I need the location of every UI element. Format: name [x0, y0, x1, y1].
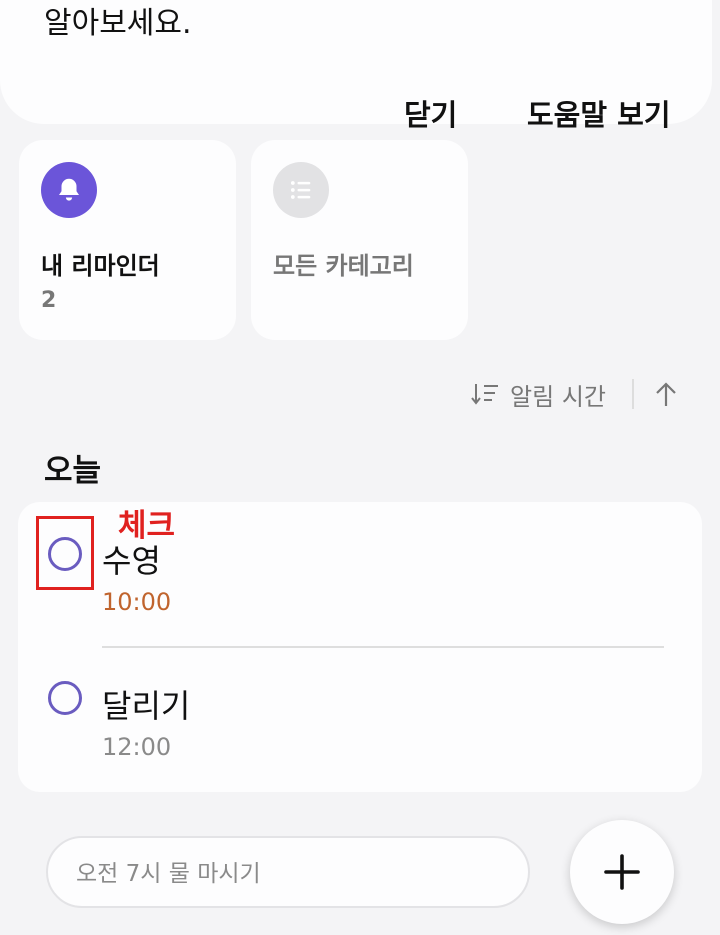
list-icon	[273, 162, 329, 218]
category-label: 모든 카테고리	[273, 252, 414, 280]
highlight-box	[36, 516, 94, 590]
quick-add-field[interactable]	[46, 836, 530, 908]
section-title-today: 오늘	[44, 453, 102, 489]
sort-bar: 알림 시간	[470, 374, 678, 414]
reminder-time: 12:00	[102, 733, 172, 761]
category-my-reminders[interactable]: 내 리마인더 2	[19, 140, 236, 340]
category-all[interactable]: 모든 카테고리	[251, 140, 468, 340]
sort-label[interactable]: 알림 시간	[510, 377, 606, 412]
divider	[632, 379, 634, 409]
reminder-time: 10:00	[102, 588, 172, 616]
list-item[interactable]: 달리기 12:00	[18, 647, 702, 787]
add-reminder-button[interactable]	[570, 820, 674, 924]
arrow-up-icon[interactable]	[654, 380, 678, 408]
annotation-label: 체크	[118, 508, 176, 544]
category-count: 2	[41, 288, 57, 313]
close-button[interactable]: 닫기	[404, 92, 457, 134]
category-label: 내 리마인더	[41, 252, 160, 280]
dialog-text: 알아보세요.	[44, 6, 192, 41]
reminder-list: 수영 10:00 달리기 12:00	[18, 502, 702, 792]
sort-icon[interactable]	[470, 380, 500, 408]
plus-icon	[603, 853, 641, 891]
bell-icon	[41, 162, 97, 218]
checkbox[interactable]	[48, 681, 82, 715]
view-help-button[interactable]: 도움말 보기	[527, 92, 671, 134]
quick-add-input[interactable]	[74, 858, 508, 890]
reminder-title: 달리기	[102, 687, 191, 725]
